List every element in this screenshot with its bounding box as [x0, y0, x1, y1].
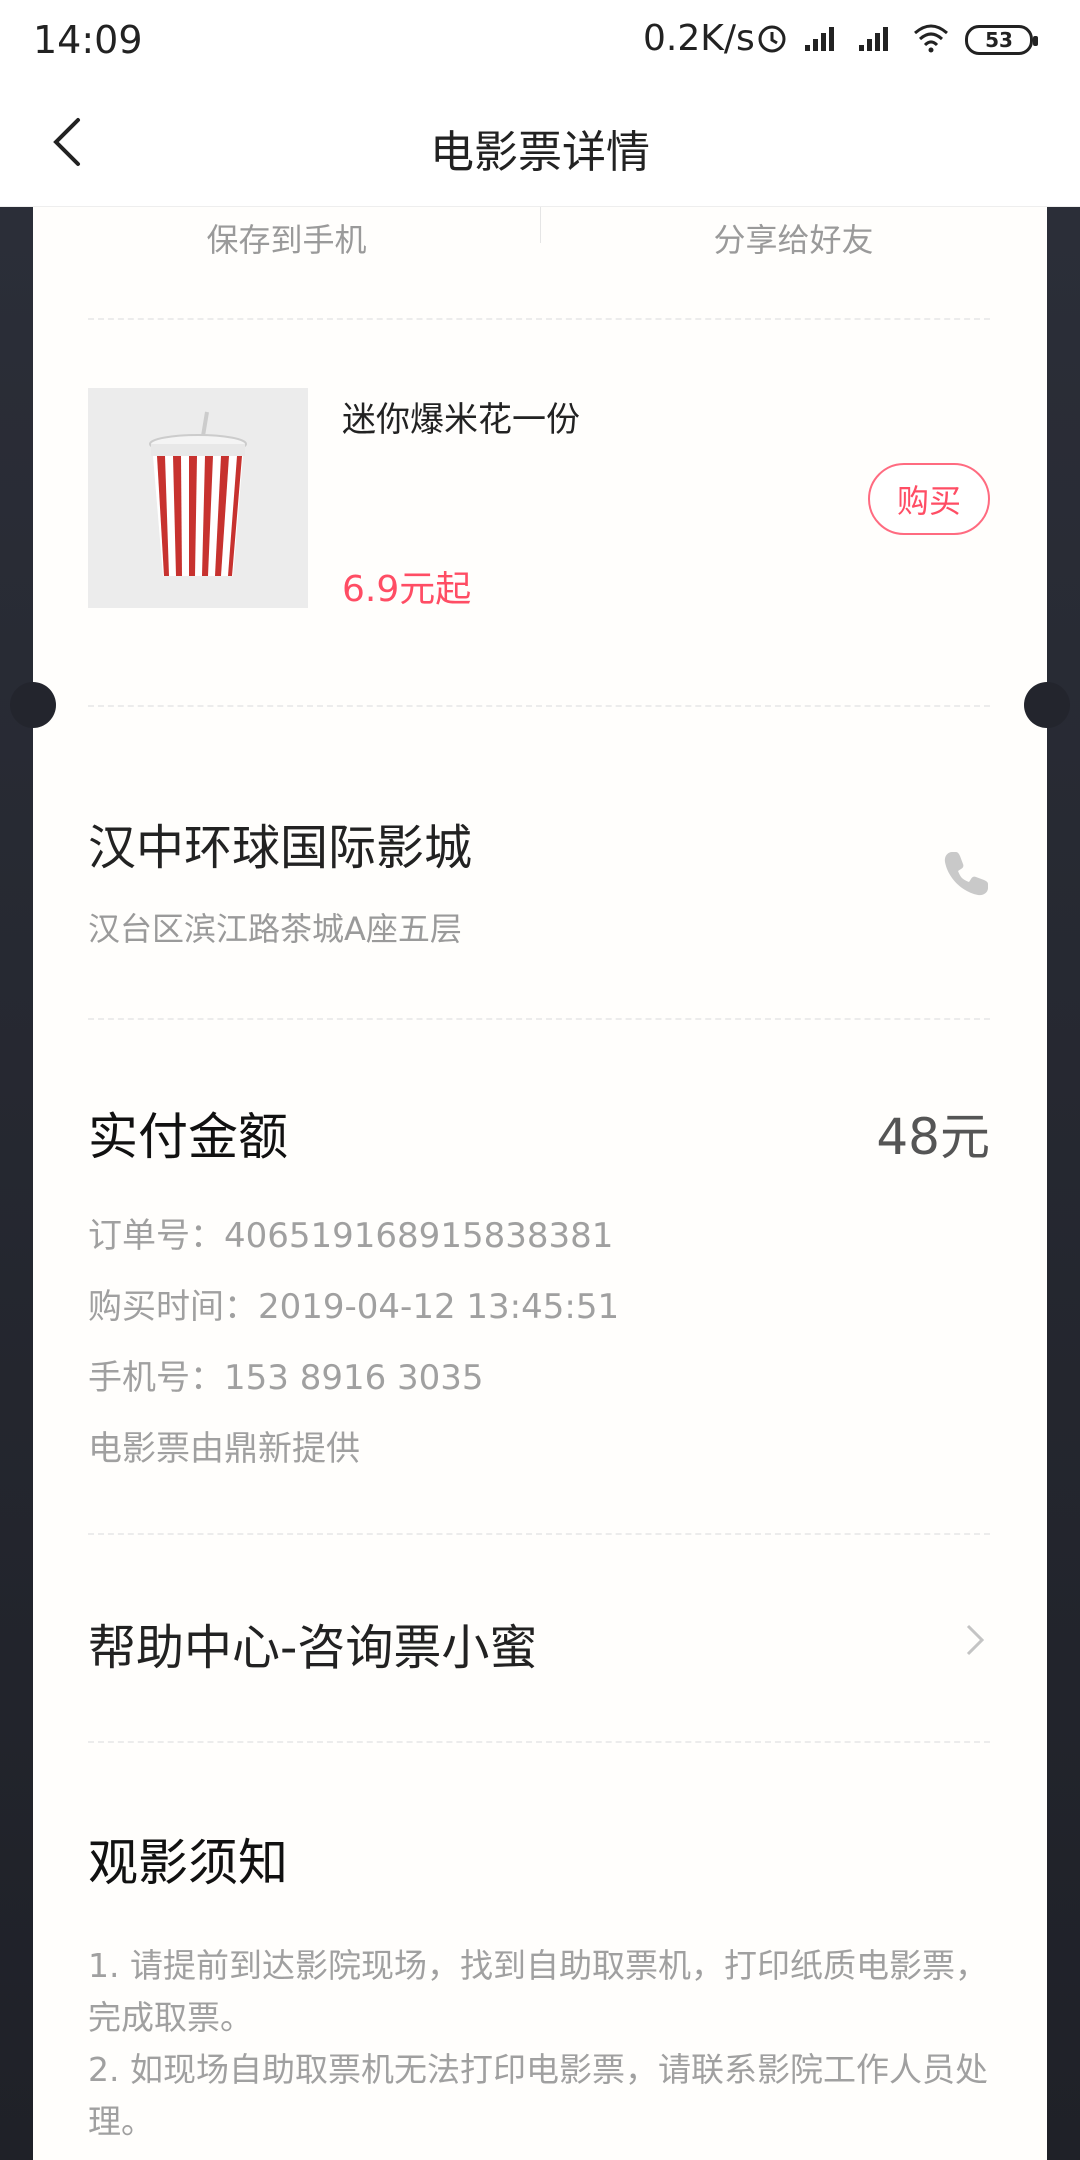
divider: [88, 705, 990, 707]
ticket-provider: 电影票由鼎新提供: [88, 1429, 360, 1469]
page-title: 电影票详情: [430, 127, 650, 178]
buy-button[interactable]: 购买: [868, 463, 990, 535]
alarm-icon: [755, 21, 789, 59]
status-time: 14:09: [33, 18, 143, 62]
cinema-address: 汉台区滨江路茶城A座五层: [88, 910, 462, 948]
phone-number: 手机号：153 8916 3035: [88, 1358, 484, 1398]
cinema-name[interactable]: 汉中环球国际影城: [88, 808, 472, 878]
nav-bar: 电影票详情: [0, 80, 1080, 207]
share-button[interactable]: 分享给好友: [540, 215, 1047, 261]
paid-amount-label: 实付金额: [88, 1108, 288, 1166]
notice-title: 观影须知: [88, 1834, 288, 1892]
product-name: 迷你爆米花一份: [342, 400, 580, 440]
help-center-link[interactable]: 帮助中心-咨询票小蜜: [88, 1608, 537, 1678]
ticket-notch-left: [10, 682, 56, 728]
save-to-phone-button[interactable]: 保存到手机: [33, 215, 540, 261]
wifi-icon: [911, 23, 951, 57]
divider: [88, 318, 990, 320]
product-price: 6.9元起: [342, 569, 472, 610]
signal-icon: [803, 23, 843, 57]
purchase-time: 购买时间：2019-04-12 13:45:51: [88, 1287, 620, 1327]
status-bar: 14:09 0.2K/s 53: [0, 0, 1080, 80]
divider: [88, 1741, 990, 1743]
divider: [88, 1018, 990, 1020]
notice-text: 1. 请提前到达影院现场，找到自助取票机，打印纸质电影票，完成取票。 2. 如现…: [88, 1940, 998, 2148]
network-speed: 0.2K/s: [643, 18, 755, 59]
signal-icon: [857, 23, 897, 57]
status-icons: 53: [755, 20, 1038, 60]
battery-icon: 53: [965, 25, 1038, 55]
popcorn-image[interactable]: [88, 388, 308, 608]
notice-line: 2. 如现场自助取票机无法打印电影票，请联系影院工作人员处理。: [88, 2050, 988, 2141]
order-number: 订单号：406519168915838381: [88, 1216, 614, 1256]
divider: [88, 1533, 990, 1535]
ticket-notch-right: [1024, 682, 1070, 728]
phone-icon[interactable]: [940, 848, 992, 900]
chevron-right-icon[interactable]: [960, 1620, 990, 1660]
paid-amount: 48元: [876, 1108, 990, 1166]
ticket-actions: 保存到手机 分享给好友: [33, 207, 1047, 267]
notice-line: 1. 请提前到达影院现场，找到自助取票机，打印纸质电影票，完成取票。: [88, 1946, 988, 2037]
